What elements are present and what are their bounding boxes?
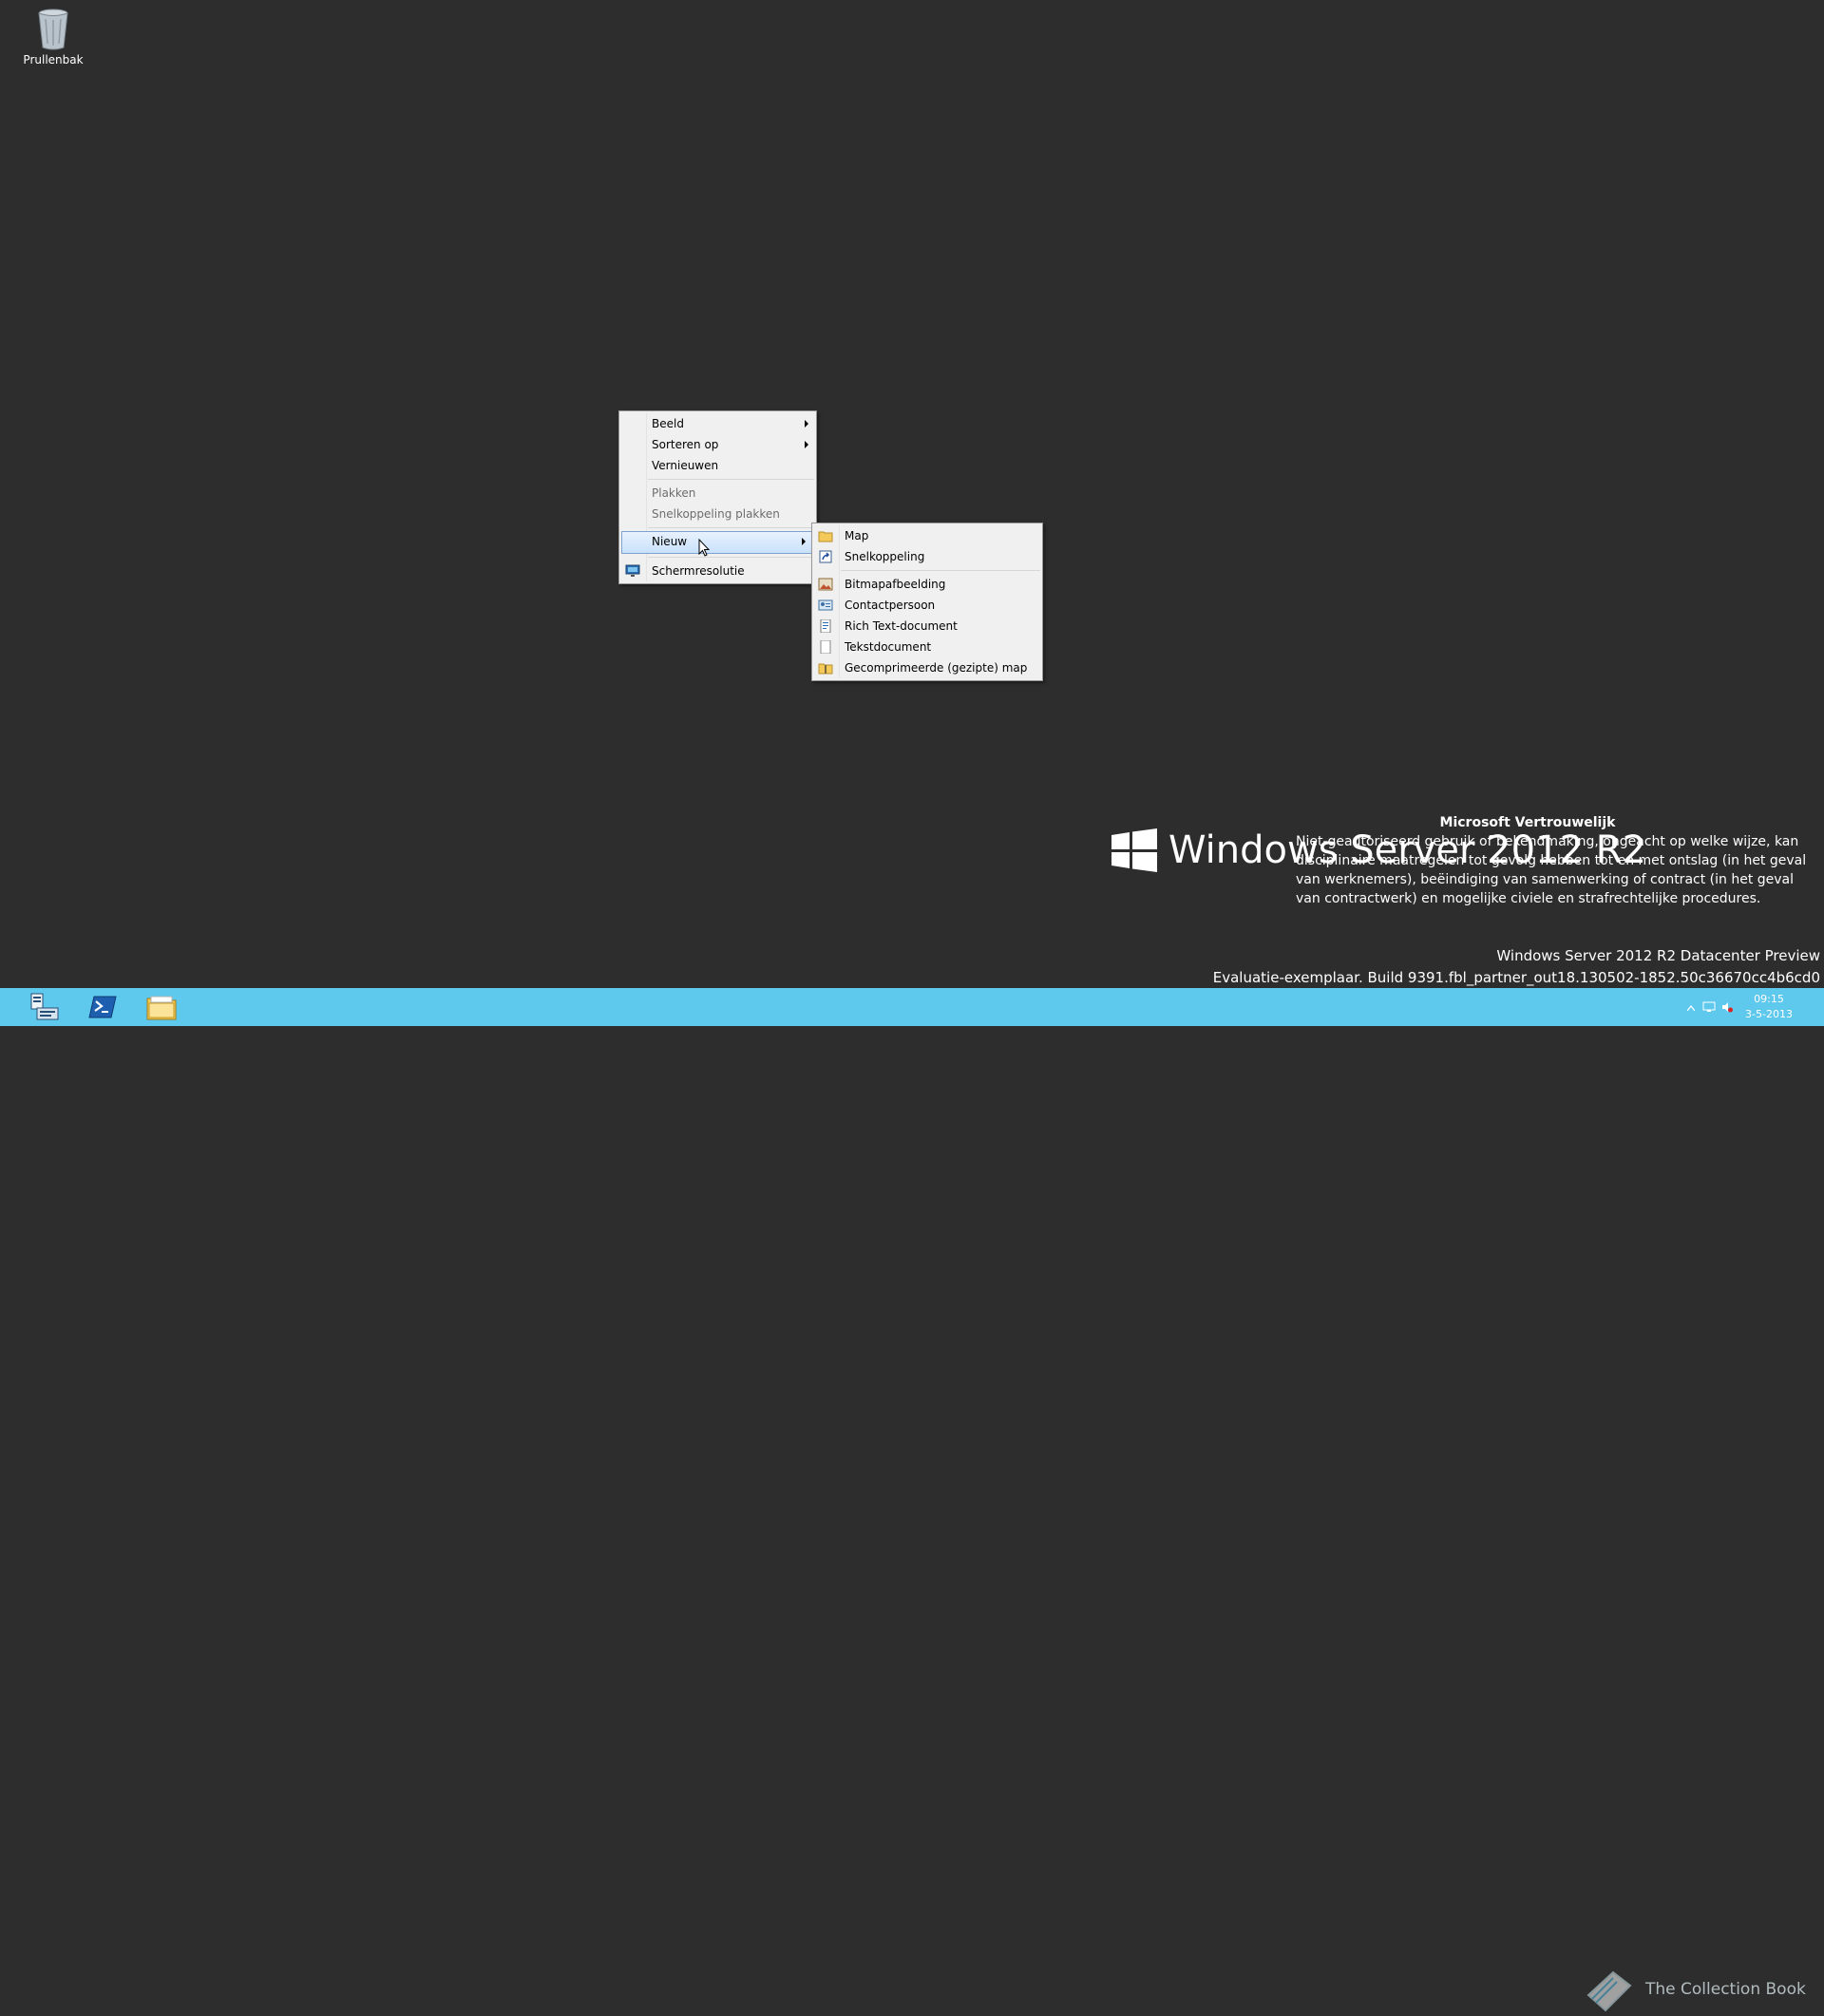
menu-item-label: Snelkoppeling plakken bbox=[652, 507, 780, 521]
menu-item-label: Nieuw bbox=[652, 535, 688, 548]
new-submenu: Map Snelkoppeling Bitmapafbeelding Conta… bbox=[811, 523, 1043, 681]
confidential-title: Microsoft Vertrouwelijk bbox=[1439, 815, 1616, 830]
menu-item-beeld[interactable]: Beeld bbox=[619, 413, 816, 434]
submenu-arrow-icon bbox=[802, 538, 806, 545]
menu-item-snelkoppeling-plakken[interactable]: Snelkoppeling plakken bbox=[619, 504, 816, 524]
confidential-notice: Microsoft Vertrouwelijk Niet-geautorisee… bbox=[1296, 813, 1809, 908]
submenu-arrow-icon bbox=[805, 441, 808, 448]
system-clock[interactable]: 09:15 3-5-2013 bbox=[1740, 992, 1797, 1022]
rtf-document-icon bbox=[820, 619, 831, 633]
volume-muted-icon[interactable] bbox=[1721, 1001, 1733, 1013]
collection-book-watermark: The Collection Book bbox=[1645, 1980, 1806, 1999]
menu-separator bbox=[648, 527, 814, 528]
taskbar: The Collection Book 09:15 3-5-2013 bbox=[0, 988, 1824, 2012]
submenu-item-label: Rich Text-document bbox=[845, 619, 958, 633]
menu-separator bbox=[648, 557, 814, 558]
menu-item-plakken[interactable]: Plakken bbox=[619, 483, 816, 504]
collection-book-logo-icon bbox=[1586, 1970, 1632, 2012]
submenu-item-label: Snelkoppeling bbox=[845, 550, 925, 563]
taskbar-powershell[interactable] bbox=[76, 988, 129, 1026]
taskbar-server-manager[interactable] bbox=[17, 988, 70, 1026]
edition-text: Windows Server 2012 R2 Datacenter Previe… bbox=[1496, 947, 1820, 964]
menu-item-label: Sorteren op bbox=[652, 438, 719, 451]
server-manager-icon bbox=[30, 993, 59, 1020]
menu-separator bbox=[841, 570, 1040, 571]
menu-item-schermresolutie[interactable]: Schermresolutie bbox=[619, 561, 816, 581]
powershell-icon bbox=[88, 996, 117, 1018]
submenu-item-label: Map bbox=[845, 529, 869, 542]
mouse-cursor-icon bbox=[698, 539, 710, 557]
submenu-item-map[interactable]: Map bbox=[812, 525, 1042, 546]
file-explorer-icon bbox=[146, 996, 177, 1020]
recycle-bin-icon bbox=[38, 9, 68, 50]
menu-separator bbox=[648, 479, 814, 480]
submenu-item-label: Contactpersoon bbox=[845, 599, 936, 612]
confidential-body: Niet-geautoriseerd gebruik of bekendmaki… bbox=[1296, 834, 1807, 906]
recycle-bin-shortcut[interactable]: Prullenbak bbox=[15, 6, 91, 67]
submenu-item-snelkoppeling[interactable]: Snelkoppeling bbox=[812, 546, 1042, 567]
menu-item-nieuw[interactable]: Nieuw bbox=[621, 531, 814, 554]
submenu-item-contactpersoon[interactable]: Contactpersoon bbox=[812, 595, 1042, 616]
show-hidden-icons-icon[interactable] bbox=[1687, 1005, 1695, 1011]
clock-date: 3-5-2013 bbox=[1745, 1008, 1793, 1020]
windows-logo-icon bbox=[1112, 828, 1157, 872]
evaluation-text: Evaluatie-exemplaar. Build 9391.fbl_part… bbox=[1212, 969, 1820, 986]
system-tray: 09:15 3-5-2013 bbox=[1672, 988, 1824, 1026]
folder-icon bbox=[818, 531, 833, 542]
submenu-item-gecomprimeerde-map[interactable]: Gecomprimeerde (gezipte) map bbox=[812, 657, 1042, 678]
network-icon[interactable] bbox=[1702, 1001, 1716, 1013]
submenu-arrow-icon bbox=[805, 420, 808, 428]
menu-item-label: Vernieuwen bbox=[652, 459, 719, 472]
build-info: Windows Server 2012 R2 Datacenter Previe… bbox=[1213, 945, 1820, 989]
menu-item-sorteren-op[interactable]: Sorteren op bbox=[619, 434, 816, 455]
submenu-item-label: Bitmapafbeelding bbox=[845, 578, 946, 591]
submenu-item-rich-text-document[interactable]: Rich Text-document bbox=[812, 616, 1042, 637]
text-document-icon bbox=[820, 640, 831, 654]
recycle-bin-label: Prullenbak bbox=[23, 53, 84, 67]
monitor-icon bbox=[625, 564, 640, 577]
desktop-context-menu: Beeld Sorteren op Vernieuwen Plakken Sne… bbox=[618, 410, 817, 584]
zip-folder-icon bbox=[818, 663, 833, 675]
menu-item-vernieuwen[interactable]: Vernieuwen bbox=[619, 455, 816, 476]
submenu-item-bitmapafbeelding[interactable]: Bitmapafbeelding bbox=[812, 574, 1042, 595]
bitmap-icon bbox=[818, 578, 833, 591]
submenu-item-tekstdocument[interactable]: Tekstdocument bbox=[812, 637, 1042, 657]
contact-icon bbox=[818, 599, 833, 611]
submenu-item-label: Tekstdocument bbox=[845, 640, 932, 654]
menu-item-label: Beeld bbox=[652, 417, 684, 430]
clock-time: 09:15 bbox=[1754, 993, 1784, 1005]
taskbar-file-explorer[interactable] bbox=[135, 988, 188, 1026]
shortcut-icon bbox=[819, 550, 832, 563]
menu-item-label: Schermresolutie bbox=[652, 564, 745, 578]
submenu-item-label: Gecomprimeerde (gezipte) map bbox=[845, 661, 1028, 675]
menu-item-label: Plakken bbox=[652, 486, 696, 500]
